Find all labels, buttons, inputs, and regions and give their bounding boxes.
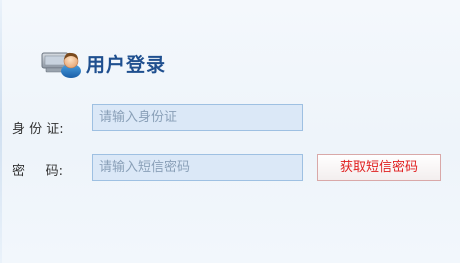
sms-code-label: 密 码: (12, 164, 64, 179)
get-sms-code-button[interactable]: 获取短信密码 (317, 154, 441, 181)
login-header: 用户登录 (40, 46, 166, 80)
sms-code-input[interactable] (92, 154, 303, 181)
login-title: 用户登录 (86, 53, 167, 76)
user-login-icon (40, 46, 84, 80)
left-edge-divider (0, 0, 2, 263)
id-card-label: 身 份 证: (12, 122, 64, 137)
id-card-input[interactable] (92, 104, 303, 131)
